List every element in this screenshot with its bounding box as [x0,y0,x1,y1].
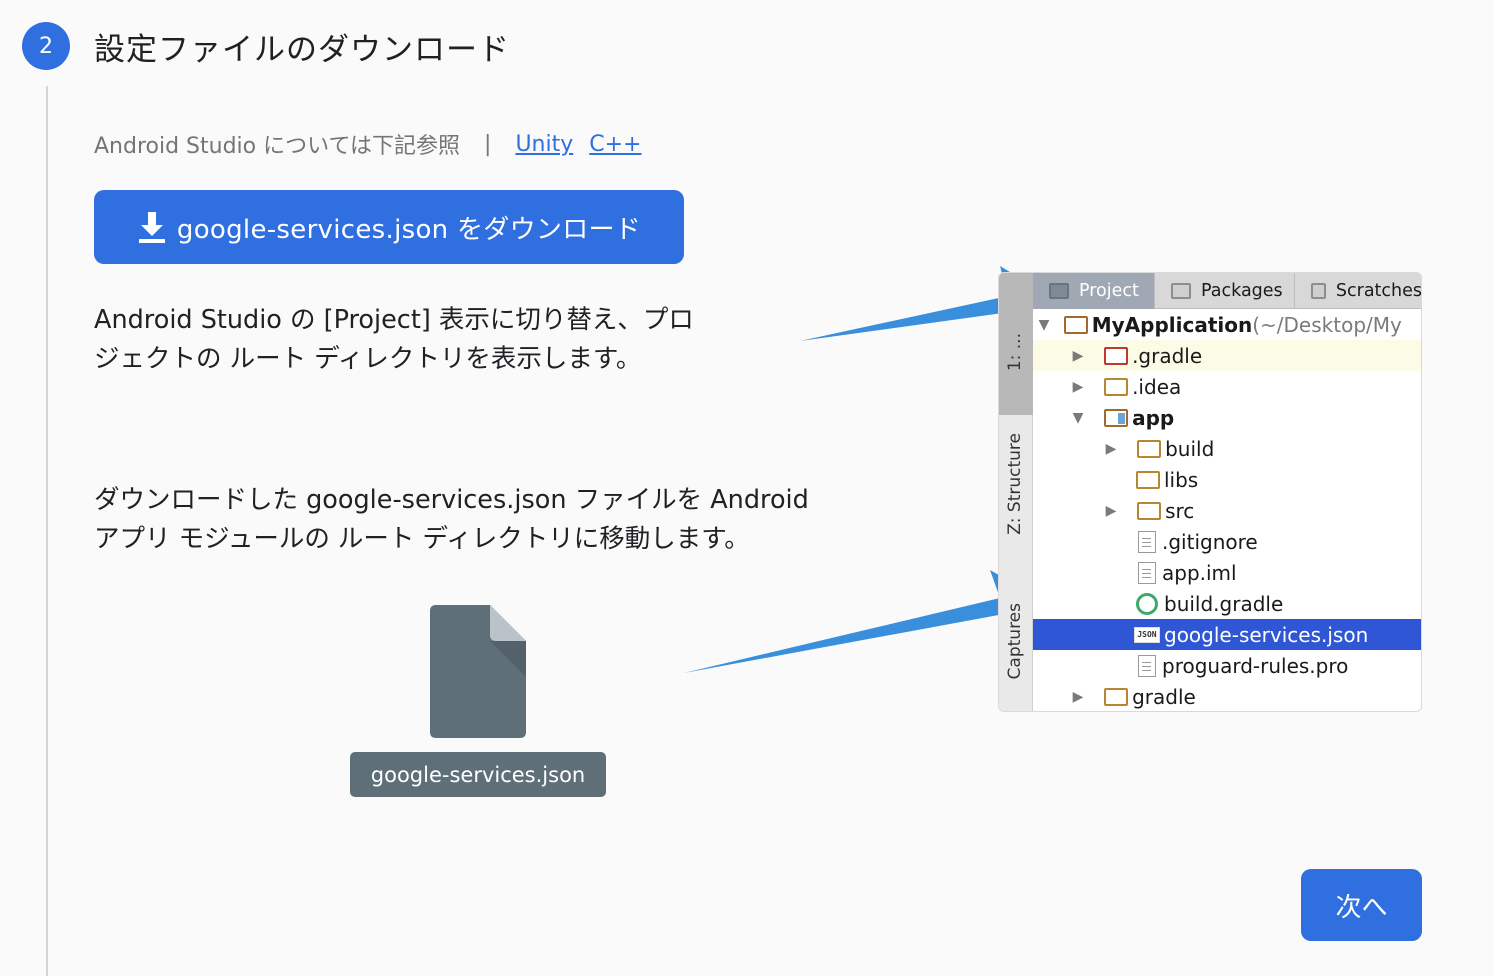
tree-label: build.gradle [1164,591,1284,616]
links-separator: | [484,131,492,157]
links-intro-text: Android Studio については下記参照 [94,134,461,159]
folder-icon [1136,470,1160,489]
tree-label: proguard-rules.pro [1162,653,1349,678]
tree-item-gitignore[interactable]: .gitignore [1033,526,1421,557]
expanded-arrow-icon: ▼ [1038,316,1050,333]
tree-label: libs [1164,467,1199,492]
collapsed-arrow-icon: ▶ [1105,502,1117,519]
tab-scratches[interactable]: Scratches [1295,273,1422,309]
next-button[interactable]: 次へ [1301,869,1422,941]
tab-label: Packages [1201,281,1283,301]
project-folder-icon [1063,315,1088,334]
tree-item-src[interactable]: ▶ src [1033,495,1421,526]
side-tab-captures[interactable]: Captures [1005,603,1027,679]
tree-item-proguard[interactable]: proguard-rules.pro [1033,650,1421,681]
folder-icon [1104,346,1129,365]
tree-label: .gradle [1132,343,1203,368]
tab-project[interactable]: Project [1033,273,1155,309]
ide-view-tabs: Project Packages Scratches [1033,273,1422,309]
iml-file-icon [1138,561,1156,584]
download-icon [138,212,165,243]
ide-side-toolbar: 1: ... Z: Structure Captures [999,273,1033,711]
android-studio-project-panel: 1: ... Z: Structure Captures Project Pac… [998,272,1422,712]
download-config-button[interactable]: google-services.json をダウンロード [94,190,684,264]
step-connector-line [46,86,48,976]
tree-label: .idea [1132,374,1182,399]
tree-item-google-services-json[interactable]: JSON google-services.json [1033,619,1421,650]
tree-label: gradle [1132,684,1196,709]
folder-icon [1104,687,1129,706]
instruction-switch-project-view: Android Studio の [Project] 表示に切り替え、プロ ジェ… [94,301,694,379]
expanded-arrow-icon: ▼ [1072,409,1084,426]
instruction-line: アプリ モジュールの ルート ディレクトリに移動します。 [94,524,750,554]
tree-label: build [1165,436,1215,461]
tree-label: app.iml [1162,560,1237,585]
step-title: 設定ファイルのダウンロード [94,32,510,68]
tab-packages[interactable]: Packages [1155,273,1295,309]
collapsed-arrow-icon: ▶ [1105,440,1117,457]
module-folder-icon [1104,408,1129,427]
tree-item-app[interactable]: ▼ app [1033,402,1421,433]
tree-label: MyApplication [1091,312,1253,337]
tab-label: Scratches [1335,281,1422,301]
tree-path: (~/Desktop/My [1252,312,1402,337]
collapsed-arrow-icon: ▶ [1072,347,1084,364]
tree-item-app-iml[interactable]: app.iml [1033,557,1421,588]
gradle-file-icon [1136,592,1158,615]
side-tab-project[interactable]: 1: ... [1005,333,1027,371]
instruction-move-file: ダウンロードした google-services.json ファイルを Andr… [94,481,809,559]
collapsed-arrow-icon: ▶ [1072,378,1084,395]
scratches-view-icon [1311,283,1326,299]
platform-links-row: Android Studio については下記参照 | Unity C++ [94,128,657,160]
tab-label: Project [1079,281,1139,301]
text-file-icon [1138,654,1156,677]
tree-label: app [1132,405,1175,430]
unity-link[interactable]: Unity [515,132,573,157]
tree-item-gradle[interactable]: ▶ gradle [1033,681,1421,711]
step-number-badge: 2 [22,22,70,70]
arrow-to-json-file [684,570,1040,673]
tree-label: src [1165,498,1195,523]
collapsed-arrow-icon: ▶ [1072,688,1084,705]
cpp-link[interactable]: C++ [589,132,641,157]
file-name-label: google-services.json [350,752,606,797]
json-file-icon: JSON [1134,626,1160,643]
step-number: 2 [39,33,53,59]
instruction-line: Android Studio の [Project] 表示に切り替え、プロ [94,305,694,335]
tree-item-root[interactable]: ▼ MyApplication (~/Desktop/My [1033,309,1421,340]
tree-item-dot-gradle[interactable]: ▶ .gradle [1033,340,1421,371]
tree-label: google-services.json [1164,622,1369,647]
folder-icon [1137,439,1162,458]
instruction-line: ジェクトの ルート ディレクトリを表示します。 [94,344,642,374]
file-icon [430,605,526,738]
tree-item-build[interactable]: ▶ build [1033,433,1421,464]
download-button-label: google-services.json をダウンロード [176,214,642,245]
instruction-line: ダウンロードした google-services.json ファイルを Andr… [94,485,809,515]
side-tab-structure[interactable]: Z: Structure [1005,433,1027,535]
tree-item-idea[interactable]: ▶ .idea [1033,371,1421,402]
project-view-icon [1049,283,1069,299]
packages-view-icon [1171,283,1191,299]
folder-icon [1104,377,1129,396]
tree-label: .gitignore [1162,529,1258,554]
tree-item-libs[interactable]: libs [1033,464,1421,495]
tree-item-build-gradle[interactable]: build.gradle [1033,588,1421,619]
text-file-icon [1138,530,1156,553]
folder-icon [1137,501,1162,520]
